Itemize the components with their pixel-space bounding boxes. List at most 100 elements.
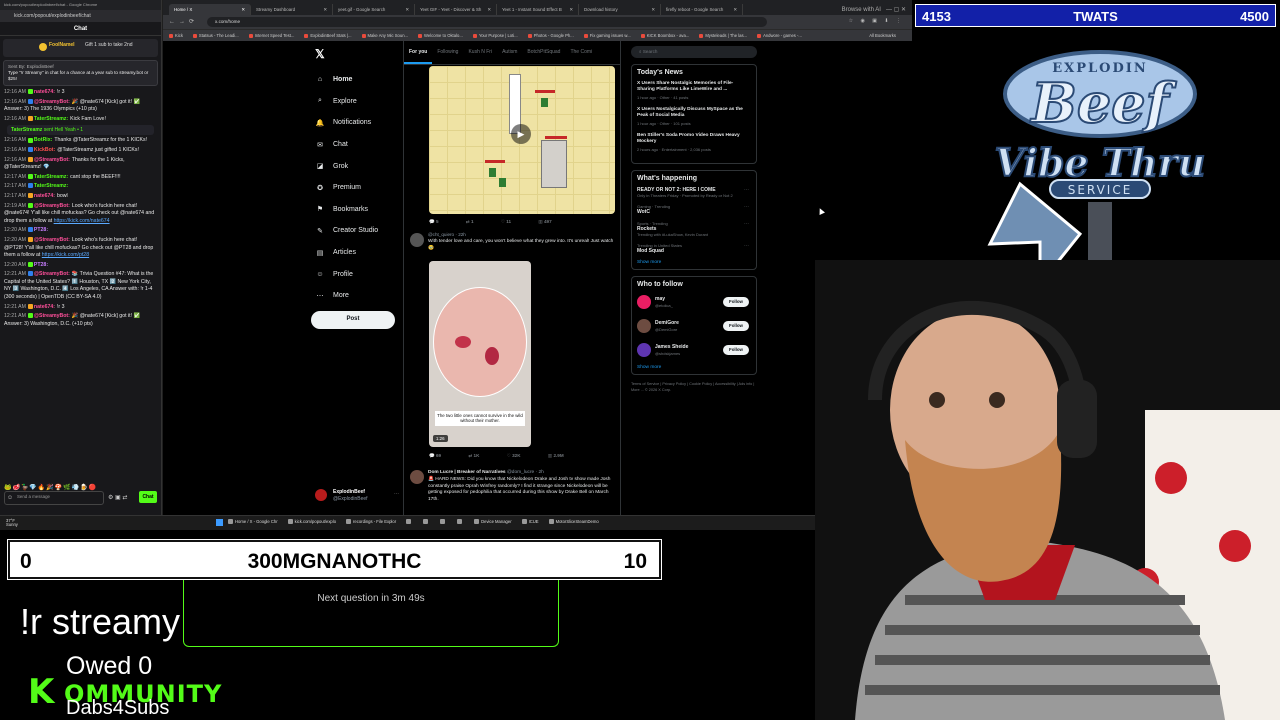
message-user[interactable]: PT28: xyxy=(34,262,48,268)
bookmark-item[interactable]: KICK Boombox - ava... xyxy=(640,33,689,38)
message-user[interactable]: TaterStreamz: xyxy=(34,183,68,189)
bookmark-item[interactable]: Your Purpose | Loti... xyxy=(472,33,518,38)
bookmark-item[interactable]: Kick xyxy=(169,33,183,38)
taskbar-app[interactable]: MotorSliceSteamDemo xyxy=(548,519,599,525)
search-input[interactable]: ⌕ Search xyxy=(631,46,757,58)
nav-item-profile[interactable]: ☺ Profile xyxy=(311,263,403,285)
view-count[interactable]: ▥ 2.9M xyxy=(548,453,564,458)
nav-item-more[interactable]: ⋯ More xyxy=(311,285,403,307)
browser-tab[interactable]: Download history ✕ xyxy=(579,4,661,15)
trend-item[interactable]: Trending in United States Mod Squad ⋯ xyxy=(637,243,751,254)
close-icon[interactable]: ✕ xyxy=(487,7,491,13)
repost-count[interactable]: ⇄ 1 xyxy=(466,219,474,224)
news-item[interactable]: X Users Share Nostalgic Memories of File… xyxy=(637,81,751,100)
follow-button[interactable]: Follow xyxy=(723,297,749,307)
more-icon[interactable]: ⋯ xyxy=(744,204,749,210)
reply-count[interactable]: 💬 5 xyxy=(429,219,439,224)
view-count[interactable]: ▥ 497 xyxy=(538,219,551,224)
feed-tab[interactable]: BotchPitSquad xyxy=(522,41,565,64)
repost-count[interactable]: ⇄ 1K xyxy=(468,453,479,458)
nav-item-explore[interactable]: ⌕ Explore xyxy=(311,91,403,113)
taskbar-app[interactable]: ICUE xyxy=(521,519,539,525)
browser-tab[interactable]: Yeet GIF - Yeet - Discover & Sh ✕ xyxy=(415,4,497,15)
news-item[interactable]: X Users Nostalgically Discuss MySpace as… xyxy=(637,107,751,126)
play-icon[interactable]: ▶ xyxy=(511,124,531,144)
bookmark-item[interactable]: Andwore - games -... xyxy=(757,33,802,38)
windows-start-icon[interactable] xyxy=(216,519,223,526)
close-icon[interactable]: ✕ xyxy=(241,7,245,13)
taskbar-app[interactable]: kick.com/popout/explo xyxy=(287,519,336,525)
browser-tab[interactable]: Yeet 1 - Instant Sound Effect B ✕ xyxy=(497,4,579,15)
nav-item-grok[interactable]: ◪ Grok xyxy=(311,155,403,177)
message-user[interactable]: PT28: xyxy=(34,227,48,233)
message-user[interactable]: KickBot: xyxy=(34,147,55,153)
message-user[interactable]: nate674: xyxy=(34,304,55,310)
close-icon[interactable]: ✕ xyxy=(651,7,655,13)
taskbar-app[interactable]: Home / X - Google Chr xyxy=(228,519,278,525)
reply-count[interactable]: 💬 69 xyxy=(429,453,441,458)
show-more-link[interactable]: Show more xyxy=(637,365,751,370)
feed-tab[interactable]: Autism xyxy=(497,41,522,64)
close-icon[interactable]: ✕ xyxy=(569,7,573,13)
bookmark-item[interactable]: Photos - Google Ph... xyxy=(527,33,574,38)
more-icon[interactable]: ⋯ xyxy=(744,243,749,249)
bookmark-item[interactable]: Statsus - The Leadi... xyxy=(192,33,239,38)
taskbar-app[interactable] xyxy=(440,519,447,525)
post-button[interactable]: Post xyxy=(311,310,395,329)
x-logo-icon[interactable]: 𝕏 xyxy=(315,47,403,61)
close-icon[interactable]: ✕ xyxy=(405,7,409,13)
emoji-icon[interactable]: ☺ xyxy=(7,495,13,501)
avatar[interactable] xyxy=(410,470,424,484)
message-user[interactable]: TaterStreamz: xyxy=(34,116,68,122)
avatar[interactable] xyxy=(637,343,651,357)
browser-tab[interactable]: Streamy Dashboard ✕ xyxy=(251,4,333,15)
message-user[interactable]: nate674: xyxy=(34,193,55,199)
trend-item[interactable]: Sports · Trending Rockets Trending with #L… xyxy=(637,221,751,237)
feed-tab[interactable]: For you xyxy=(404,41,433,64)
taskbar-app[interactable] xyxy=(406,519,413,525)
browser-tab[interactable]: firefly reboot - Google Search ✕ xyxy=(661,4,743,15)
bookmark-item[interactable]: Make Any Mic Soun... xyxy=(361,33,408,38)
taskbar-app[interactable] xyxy=(457,519,464,525)
nav-item-chat[interactable]: ✉ Chat xyxy=(311,134,403,156)
all-bookmarks[interactable]: All Bookmarks xyxy=(869,33,896,38)
nav-item-notifications[interactable]: 🔔 Notifications xyxy=(311,112,403,134)
taskbar-app[interactable] xyxy=(423,519,430,525)
follow-suggestion[interactable]: James Sheide @shdskjames Follow xyxy=(637,341,751,365)
message-user[interactable]: @StreamyBot: xyxy=(34,157,70,163)
message-user[interactable]: @StreamyBot: xyxy=(34,271,70,277)
bookmark-item[interactable]: Internet Speed Test... xyxy=(248,33,294,38)
follow-suggestion[interactable]: DemiGore @DemiGore Follow xyxy=(637,317,751,341)
message-link[interactable]: https://kick.com/nate674 xyxy=(54,218,110,224)
message-user[interactable]: @StreamyBot: xyxy=(34,237,70,243)
feed-tab[interactable]: Kush N Fri xyxy=(463,41,497,64)
bookmark-item[interactable]: Welcome to Oktalo... xyxy=(418,33,463,38)
weather-widget[interactable]: 37°F Sunny xyxy=(6,518,18,527)
close-icon[interactable]: ✕ xyxy=(733,7,737,13)
message-link[interactable]: https://kick.com/pt28 xyxy=(42,252,89,258)
tweet-video[interactable]: The two little ones cannot survive in th… xyxy=(429,261,531,447)
nav-item-creator-studio[interactable]: ✎ Creator Studio xyxy=(311,220,403,242)
nav-buttons[interactable]: ←→⟳ xyxy=(169,18,198,25)
bookmark-item[interactable]: ExplodinBeef Stats |... xyxy=(304,33,352,38)
more-icon[interactable]: ⋯ xyxy=(744,221,749,227)
like-count[interactable]: ♡ 11 xyxy=(501,219,511,224)
avatar[interactable] xyxy=(410,233,424,247)
message-user[interactable]: BotRix: xyxy=(34,137,52,143)
chat-input[interactable]: ☺ Send a message xyxy=(4,491,104,505)
close-icon[interactable]: ✕ xyxy=(323,7,327,13)
avatar[interactable] xyxy=(637,319,651,333)
nav-item-home[interactable]: ⌂ Home xyxy=(311,69,403,91)
bookmark-item[interactable]: Fix gaming issues w... xyxy=(583,33,631,38)
game-video-thumbnail[interactable]: ▶ xyxy=(429,66,615,214)
x-account-switcher[interactable]: ExplodinBeef @ExplodinBeef ⋯ xyxy=(313,487,403,507)
taskbar-app[interactable]: recordings - File Explor xyxy=(346,519,396,525)
trend-item[interactable]: Gaming · Trending WotC ⋯ xyxy=(637,204,751,215)
follow-suggestion[interactable]: may @etolica_ Follow xyxy=(637,293,751,317)
bookmark-item[interactable]: Mysteleads | The las... xyxy=(699,33,747,38)
feed-tab[interactable]: The Comi xyxy=(565,41,597,64)
browser-tab[interactable]: Home / X ✕ xyxy=(169,4,251,15)
message-user[interactable]: @StreamyBot: xyxy=(34,313,70,319)
trend-item[interactable]: READY OR NOT 2: HERE I COME Only in Theat… xyxy=(637,187,751,198)
browser-tab[interactable]: yeet.gif - Google Search ✕ xyxy=(333,4,415,15)
